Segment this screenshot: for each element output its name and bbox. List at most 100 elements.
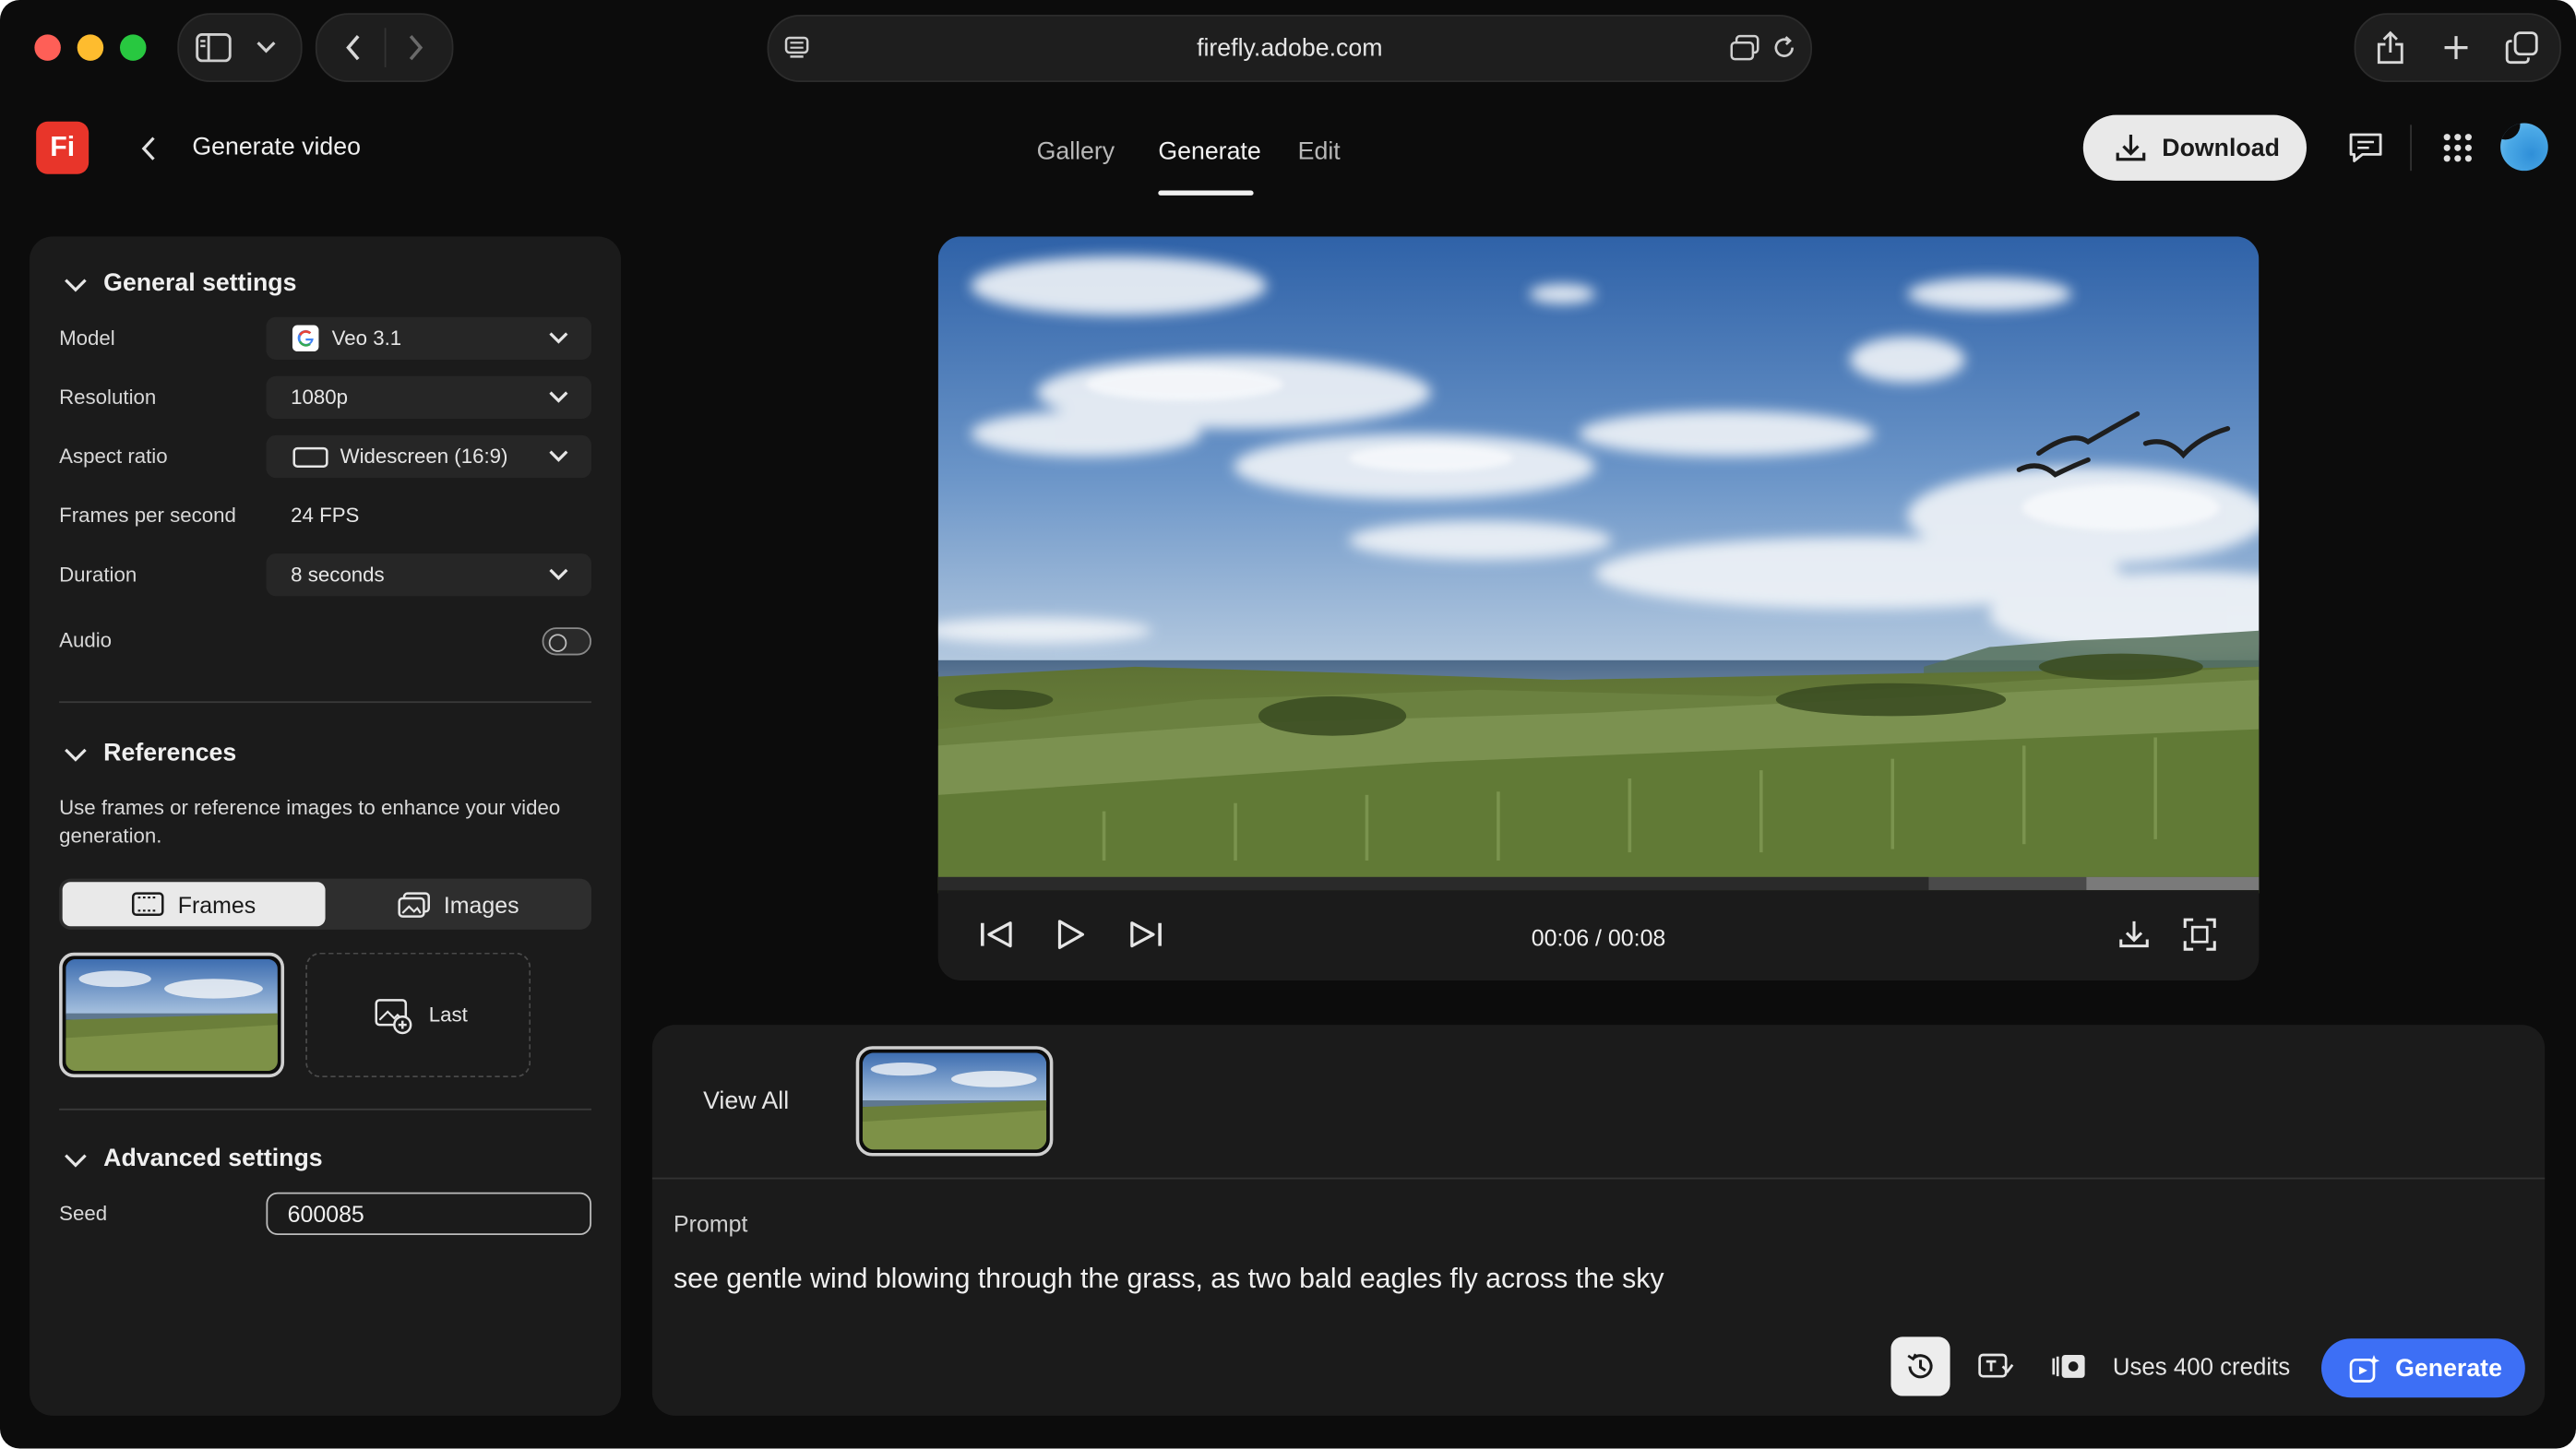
- last-frame-slot[interactable]: Last: [305, 952, 531, 1078]
- url-text: firefly.adobe.com: [1197, 34, 1383, 63]
- seed-input[interactable]: 600085: [266, 1192, 592, 1236]
- prompt-divider: [651, 1177, 2546, 1180]
- video-progress-fill: [937, 876, 1929, 891]
- browser-actions-group: [2354, 13, 2561, 83]
- last-frame-label: Last: [428, 1003, 468, 1027]
- advanced-settings-collapse-icon[interactable]: [63, 1148, 89, 1171]
- video-settings-icon[interactable]: [2048, 1348, 2088, 1384]
- tabs-icon[interactable]: [2504, 30, 2540, 65]
- fps-label: Frames per second: [59, 504, 236, 528]
- prompt-style-icon[interactable]: [1976, 1348, 2016, 1384]
- playback-time: 00:06 / 00:08: [1531, 924, 1666, 951]
- references-collapse-icon[interactable]: [63, 742, 89, 766]
- video-progress-track[interactable]: [937, 876, 2260, 891]
- credits-info: Uses 400 credits: [2112, 1355, 2291, 1382]
- seed-label: Seed: [59, 1202, 108, 1226]
- sidebar-icon[interactable]: [196, 31, 232, 65]
- video-player: 00:06 / 00:08: [937, 236, 2260, 981]
- history-icon: [1904, 1350, 1938, 1384]
- frames-toggle-button[interactable]: Frames: [62, 882, 326, 927]
- share-icon[interactable]: [2372, 30, 2408, 65]
- references-description: Use frames or reference images to enhanc…: [59, 796, 561, 848]
- video-frame[interactable]: [937, 236, 2260, 894]
- zoom-window-button[interactable]: [119, 34, 147, 61]
- close-window-button[interactable]: [34, 34, 61, 61]
- generate-button[interactable]: Generate: [2321, 1338, 2525, 1398]
- model-select[interactable]: Veo 3.1: [266, 316, 592, 360]
- nav-divider: [384, 28, 387, 68]
- address-bar[interactable]: firefly.adobe.com: [767, 15, 1813, 83]
- feedback-icon[interactable]: [2346, 130, 2386, 166]
- section-divider: [59, 1108, 592, 1111]
- resolution-label: Resolution: [59, 386, 157, 410]
- download-label: Download: [2162, 134, 2280, 162]
- seed-value: 600085: [287, 1200, 364, 1228]
- reference-type-toggle: Frames Images: [59, 878, 592, 930]
- tab-edit[interactable]: Edit: [1298, 138, 1341, 166]
- sidebar-toggle-group: [177, 13, 303, 83]
- history-thumbnail[interactable]: [855, 1046, 1054, 1157]
- references-title[interactable]: References: [103, 739, 236, 766]
- aspect-ratio-label: Aspect ratio: [59, 445, 168, 469]
- fullscreen-icon[interactable]: [2182, 917, 2218, 953]
- browser-window: firefly.adobe.com Fi Generate video Gall…: [0, 0, 2576, 1449]
- model-label: Model: [59, 327, 115, 350]
- duration-value: 8 seconds: [291, 563, 385, 587]
- tab-generate[interactable]: Generate: [1158, 138, 1260, 166]
- model-value: Veo 3.1: [331, 327, 402, 350]
- add-image-icon: [375, 999, 414, 1035]
- generate-sparkle-icon: [2349, 1353, 2382, 1383]
- frames-icon: [132, 892, 165, 917]
- resolution-value: 1080p: [291, 386, 349, 410]
- forward-arrow-icon[interactable]: [400, 31, 433, 65]
- chevron-down-icon: [549, 450, 568, 463]
- page-title: Generate video: [192, 133, 361, 161]
- minimize-window-button[interactable]: [77, 34, 104, 61]
- advanced-settings-title[interactable]: Advanced settings: [103, 1145, 322, 1172]
- chevron-down-icon: [549, 568, 568, 581]
- header-divider: [2410, 125, 2412, 172]
- audio-label: Audio: [59, 628, 113, 652]
- google-icon: [292, 325, 319, 352]
- generate-label: Generate: [2395, 1354, 2502, 1383]
- download-video-icon[interactable]: [2116, 917, 2152, 953]
- active-tab-indicator: [1158, 190, 1254, 196]
- section-divider: [59, 701, 592, 704]
- prompt-label: Prompt: [674, 1210, 748, 1237]
- images-toggle-button[interactable]: Images: [328, 882, 588, 926]
- apps-grid-icon[interactable]: [2441, 131, 2475, 164]
- tab-overview-icon[interactable]: [1730, 33, 1759, 63]
- download-icon: [2115, 131, 2148, 164]
- resolution-select[interactable]: 1080p: [266, 375, 592, 420]
- firefly-logo[interactable]: Fi: [36, 121, 89, 174]
- toggle-knob: [548, 633, 567, 652]
- aspect-ratio-select[interactable]: Widescreen (16:9): [266, 434, 592, 479]
- aspect-ratio-value: Widescreen (16:9): [340, 445, 508, 469]
- prompt-history-button[interactable]: [1890, 1336, 1950, 1396]
- landscape-thumbnail-image: [66, 958, 278, 1071]
- duration-select[interactable]: 8 seconds: [266, 553, 592, 597]
- new-tab-icon[interactable]: [2438, 30, 2474, 65]
- view-all-link[interactable]: View All: [703, 1087, 789, 1115]
- prompt-textarea[interactable]: see gentle wind blowing through the gras…: [674, 1263, 2513, 1296]
- tab-gallery[interactable]: Gallery: [1037, 138, 1115, 166]
- reload-icon[interactable]: [1770, 33, 1799, 63]
- back-chevron-icon[interactable]: [135, 131, 161, 164]
- widescreen-icon: [292, 446, 328, 468]
- first-frame-thumbnail[interactable]: [59, 952, 285, 1078]
- landscape-thumbnail-image: [862, 1052, 1047, 1150]
- video-progress-remaining: [2087, 876, 2260, 891]
- back-arrow-icon[interactable]: [337, 31, 370, 65]
- download-button[interactable]: Download: [2082, 114, 2307, 181]
- player-controls: 00:06 / 00:08: [937, 890, 2260, 981]
- duration-label: Duration: [59, 563, 137, 587]
- general-settings-collapse-icon[interactable]: [63, 273, 89, 296]
- frames-label: Frames: [177, 890, 256, 918]
- images-label: Images: [443, 890, 519, 918]
- images-icon: [398, 891, 431, 917]
- general-settings-title[interactable]: General settings: [103, 269, 296, 297]
- chevron-down-icon: [549, 391, 568, 404]
- user-avatar[interactable]: [2500, 123, 2548, 172]
- audio-toggle[interactable]: [542, 627, 592, 656]
- chevron-down-icon[interactable]: [255, 38, 278, 57]
